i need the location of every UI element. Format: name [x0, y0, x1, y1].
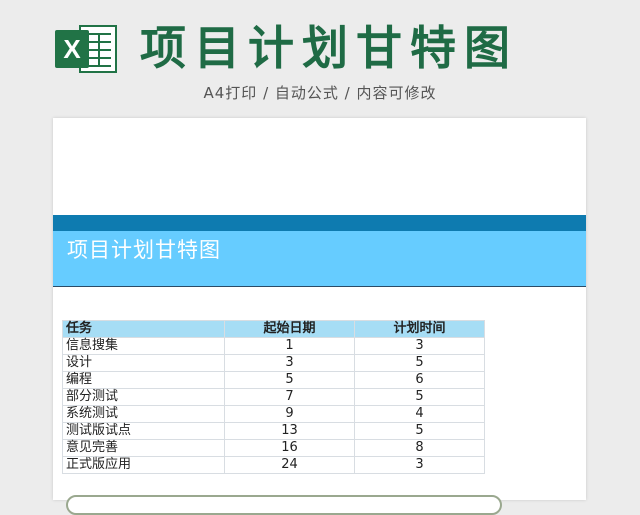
task-table: 任务 起始日期 计划时间 信息搜集 1 3 设计 3 5 编程 5 6 部分测试…: [62, 320, 485, 474]
duration-cell[interactable]: 6: [354, 371, 485, 389]
table-row: 正式版应用 24 3: [62, 456, 485, 474]
page-subtitle: A4打印 / 自动公式 / 内容可修改: [203, 84, 437, 102]
table-header-row: 任务 起始日期 计划时间: [62, 320, 485, 338]
start-cell[interactable]: 13: [224, 422, 355, 440]
excel-logo-icon: X: [55, 20, 119, 78]
start-cell[interactable]: 9: [224, 405, 355, 423]
sheet-title: 项目计划甘特图: [67, 238, 221, 262]
task-cell[interactable]: 信息搜集: [62, 337, 225, 355]
duration-cell[interactable]: 3: [354, 337, 485, 355]
gantt-chart-frame: [66, 495, 502, 515]
column-header-task[interactable]: 任务: [62, 320, 225, 338]
banner: X 项目计划甘特图 A4打印 / 自动公式 / 内容可修改: [0, 0, 640, 112]
column-header-start[interactable]: 起始日期: [224, 320, 355, 338]
duration-cell[interactable]: 4: [354, 405, 485, 423]
task-cell[interactable]: 意见完善: [62, 439, 225, 457]
logo-letter: X: [55, 30, 89, 68]
header-divider: [53, 286, 586, 287]
start-cell[interactable]: 5: [224, 371, 355, 389]
table-row: 信息搜集 1 3: [62, 337, 485, 355]
start-cell[interactable]: 16: [224, 439, 355, 457]
table-row: 系统测试 9 4: [62, 405, 485, 423]
task-cell[interactable]: 设计: [62, 354, 225, 372]
task-cell[interactable]: 系统测试: [62, 405, 225, 423]
start-cell[interactable]: 7: [224, 388, 355, 406]
header-band: [53, 215, 586, 231]
task-cell[interactable]: 部分测试: [62, 388, 225, 406]
task-cell[interactable]: 编程: [62, 371, 225, 389]
table-row: 测试版试点 13 5: [62, 422, 485, 440]
page-title: 项目计划甘特图: [140, 21, 518, 75]
duration-cell[interactable]: 8: [354, 439, 485, 457]
table-row: 部分测试 7 5: [62, 388, 485, 406]
table-row: 设计 3 5: [62, 354, 485, 372]
task-cell[interactable]: 测试版试点: [62, 422, 225, 440]
start-cell[interactable]: 3: [224, 354, 355, 372]
task-cell[interactable]: 正式版应用: [62, 456, 225, 474]
duration-cell[interactable]: 5: [354, 388, 485, 406]
start-cell[interactable]: 24: [224, 456, 355, 474]
table-row: 编程 5 6: [62, 371, 485, 389]
duration-cell[interactable]: 3: [354, 456, 485, 474]
table-row: 意见完善 16 8: [62, 439, 485, 457]
column-header-duration[interactable]: 计划时间: [354, 320, 485, 338]
spreadsheet-preview: 项目计划甘特图 任务 起始日期 计划时间 信息搜集 1 3 设计 3 5 编程: [53, 118, 586, 500]
start-cell[interactable]: 1: [224, 337, 355, 355]
duration-cell[interactable]: 5: [354, 422, 485, 440]
duration-cell[interactable]: 5: [354, 354, 485, 372]
